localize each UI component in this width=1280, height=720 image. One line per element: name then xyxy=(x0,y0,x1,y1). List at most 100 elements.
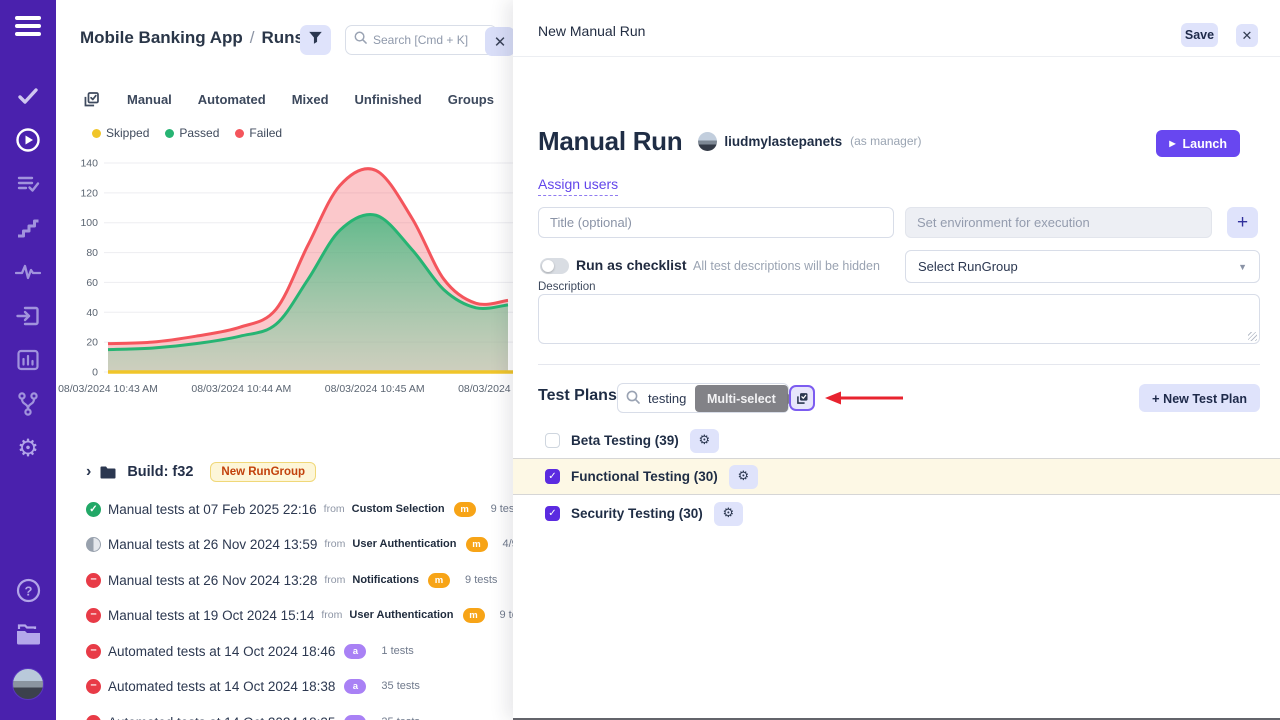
svg-text:08/03/2024 10:44 AM: 08/03/2024 10:44 AM xyxy=(191,383,291,395)
filter-button[interactable] xyxy=(300,25,331,55)
run-list-item[interactable]: Manual tests at 26 Nov 2024 13:59 from U… xyxy=(86,531,513,557)
rungroup-badge: New RunGroup xyxy=(210,462,316,482)
run-status-icon xyxy=(86,537,101,552)
sign-in-icon[interactable] xyxy=(0,294,56,338)
plans-list-icon[interactable] xyxy=(0,162,56,206)
run-title: Automated tests at 14 Oct 2024 18:35 xyxy=(108,715,335,720)
svg-text:40: 40 xyxy=(86,307,98,319)
run-title: Automated tests at 14 Oct 2024 18:38 xyxy=(108,679,335,694)
user-avatar[interactable] xyxy=(0,662,56,706)
settings-gear-icon[interactable]: ⚙ xyxy=(0,426,56,470)
environment-field[interactable] xyxy=(905,207,1212,238)
chevron-right-icon[interactable]: › xyxy=(86,463,91,481)
run-status-icon xyxy=(86,608,101,623)
help-icon[interactable]: ? xyxy=(0,568,56,612)
runs-history-chart: Skipped Passed Failed 020406080100120140… xyxy=(56,118,513,410)
breadcrumb-project[interactable]: Mobile Banking App xyxy=(80,28,243,48)
run-type-badge: m xyxy=(428,573,450,588)
run-title: Manual tests at 19 Oct 2024 15:14 xyxy=(108,608,314,623)
rungroup-select[interactable]: Select RunGroup ▼ xyxy=(905,250,1260,283)
launch-button[interactable]: Launch xyxy=(1156,130,1240,157)
run-from-label: from xyxy=(324,538,345,550)
run-from-label: from xyxy=(324,503,345,515)
resize-grip-icon[interactable] xyxy=(1248,332,1257,341)
svg-text:?: ? xyxy=(24,583,32,598)
tab-mixed[interactable]: Mixed xyxy=(292,92,329,107)
test-plan-label: Functional Testing (30) xyxy=(571,469,718,484)
app-window: ⚙ ? Mobile Banking App / Runs xyxy=(0,0,1280,720)
multi-select-icon xyxy=(795,391,810,406)
plan-settings-gear-icon[interactable] xyxy=(729,465,758,489)
multi-select-tooltip: Multi-select xyxy=(695,385,788,412)
tab-groups[interactable]: Groups xyxy=(448,92,494,107)
title-field[interactable] xyxy=(538,207,894,238)
run-list-item[interactable]: Automated tests at 14 Oct 2024 18:46 a 1… xyxy=(86,638,513,664)
run-count: 35 tests xyxy=(381,716,420,720)
menu-icon[interactable] xyxy=(0,0,56,52)
run-source: User Authentication xyxy=(349,609,453,621)
test-plan-checkbox[interactable] xyxy=(545,506,560,521)
test-plans-heading: Test Plans xyxy=(538,387,617,405)
test-plan-checkbox[interactable] xyxy=(545,469,560,484)
run-header-row: Manual Run liudmylastepanets (as manager… xyxy=(538,121,1260,161)
test-plan-checkbox[interactable] xyxy=(545,433,560,448)
run-count: 9 tests xyxy=(491,503,513,515)
tab-unfinished[interactable]: Unfinished xyxy=(355,92,422,107)
test-plan-row-highlighted[interactable]: Functional Testing (30) xyxy=(513,458,1280,495)
test-plan-row[interactable]: Security Testing (30) xyxy=(513,499,1280,528)
rungroup-name: Build: f32 xyxy=(127,464,193,480)
description-textarea[interactable] xyxy=(538,294,1260,344)
branch-icon[interactable] xyxy=(0,382,56,426)
run-as-checklist-toggle[interactable] xyxy=(540,258,569,274)
run-status-icon xyxy=(86,573,101,588)
toggle-knob xyxy=(542,260,554,272)
add-environment-button[interactable]: + xyxy=(1227,207,1258,238)
plan-settings-gear-icon[interactable] xyxy=(690,429,719,453)
tab-automated[interactable]: Automated xyxy=(198,92,266,107)
run-list-item[interactable]: Manual tests at 07 Feb 2025 22:16 from C… xyxy=(86,496,513,522)
run-list-item[interactable]: Automated tests at 14 Oct 2024 18:35 a 3… xyxy=(86,709,513,720)
run-type-badge: a xyxy=(344,679,366,694)
nav-sidebar: ⚙ ? xyxy=(0,0,56,720)
run-list-item[interactable]: Manual tests at 26 Nov 2024 13:28 from N… xyxy=(86,567,513,593)
save-button[interactable]: Save xyxy=(1181,23,1218,47)
run-type-badge: m xyxy=(454,502,476,517)
steps-icon[interactable] xyxy=(0,206,56,250)
search-icon xyxy=(626,390,640,409)
passed-dot-icon xyxy=(165,129,174,138)
projects-folder-icon[interactable] xyxy=(0,612,56,656)
assign-users-link[interactable]: Assign users xyxy=(538,176,618,196)
test-plan-label: Security Testing (30) xyxy=(571,506,703,521)
breadcrumb-separator: / xyxy=(250,28,255,48)
svg-text:120: 120 xyxy=(80,187,98,199)
run-source: User Authentication xyxy=(352,538,456,550)
multi-select-button[interactable] xyxy=(789,385,815,411)
run-list-item[interactable]: Automated tests at 14 Oct 2024 18:38 a 3… xyxy=(86,673,513,699)
rungroup-row[interactable]: › Build: f32 New RunGroup xyxy=(86,459,513,485)
panel-close-button[interactable]: ✕ xyxy=(1236,24,1258,47)
reports-chart-icon[interactable] xyxy=(0,338,56,382)
svg-text:140: 140 xyxy=(80,158,98,170)
runs-search[interactable] xyxy=(345,25,497,55)
tests-check-icon[interactable] xyxy=(0,74,56,118)
tab-manual[interactable]: Manual xyxy=(127,92,172,107)
run-status-icon xyxy=(86,679,101,694)
multi-select-tab-icon[interactable] xyxy=(82,90,101,109)
pulse-icon[interactable] xyxy=(0,250,56,294)
runs-play-icon[interactable] xyxy=(0,118,56,162)
test-plan-row[interactable]: Beta Testing (39) xyxy=(513,426,1280,455)
plan-settings-gear-icon[interactable] xyxy=(714,502,743,526)
run-status-icon xyxy=(86,502,101,517)
close-icon: ✕ xyxy=(494,33,507,51)
run-count: 35 tests xyxy=(381,680,420,692)
manager-username[interactable]: liudmylastepanets xyxy=(724,134,842,149)
search-input[interactable] xyxy=(373,33,488,47)
panel-close-button[interactable]: ✕ xyxy=(485,27,513,56)
failed-dot-icon xyxy=(235,129,244,138)
run-list-item[interactable]: Manual tests at 19 Oct 2024 15:14 from U… xyxy=(86,602,513,628)
funnel-icon xyxy=(308,30,323,50)
skipped-dot-icon xyxy=(92,129,101,138)
new-test-plan-button[interactable]: New Test Plan xyxy=(1139,384,1260,412)
run-from-label: from xyxy=(324,574,345,586)
run-type-badge: m xyxy=(463,608,485,623)
